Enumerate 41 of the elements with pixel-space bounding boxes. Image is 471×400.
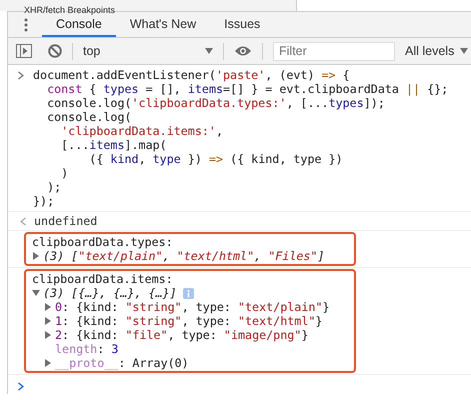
clear-icon[interactable] — [48, 44, 62, 58]
code-line: ) — [60, 166, 70, 180]
array-summary: (3) ["text/plain", "text/html", "Files"] — [43, 249, 325, 263]
more-options-icon[interactable] — [24, 18, 28, 32]
object-property: 0: {kind: "string", type: "text/plain"} — [55, 300, 330, 314]
expand-arrow-icon[interactable] — [44, 359, 52, 367]
code-line: ({ kind, type }) => ({ kind, type }) — [88, 152, 344, 166]
expand-arrow-icon[interactable] — [32, 252, 40, 260]
code-line: 'clipboardData.items:', — [60, 124, 224, 138]
object-property: 2: {kind: "file", type: "image/png"} — [55, 328, 308, 342]
code-line: ); — [46, 180, 62, 194]
code-line: const { types = [], items=[] } = evt.clipboardData || {}; — [46, 82, 448, 96]
context-dropdown[interactable]: top — [75, 41, 221, 61]
code-line: console.log( — [46, 110, 133, 124]
object-property: 1: {kind: "string", type: "text/html"} — [55, 314, 322, 328]
code-line: }); — [33, 194, 56, 208]
prompt-chevron-icon — [18, 71, 25, 80]
log-label: clipboardData.items: — [32, 272, 174, 286]
expand-arrow-icon[interactable] — [44, 303, 52, 311]
prompt-chevron-icon[interactable] — [18, 382, 25, 391]
sidebar-toggle-icon[interactable] — [16, 44, 32, 58]
expand-arrow-icon[interactable] — [44, 317, 52, 325]
code-line: document.addEventListener('paste', (evt) => { — [33, 68, 351, 82]
caret-icon — [205, 48, 213, 54]
levels-dropdown[interactable]: All levels — [403, 41, 470, 61]
result-arrow-icon — [18, 217, 26, 226]
caret-icon — [460, 48, 468, 54]
code-line: console.log('clipboardData.types:', [...types]); — [46, 96, 386, 110]
result-value: undefined — [34, 214, 98, 228]
object-property: length: 3 — [55, 342, 118, 356]
expand-arrow-icon[interactable] — [32, 289, 40, 297]
log-label: clipboardData.types: — [32, 235, 174, 249]
panel-heading: XHR/fetch Breakpoints — [24, 5, 116, 15]
filter-field[interactable]: Filter — [273, 42, 395, 60]
eye-icon[interactable] — [234, 45, 252, 57]
tab[interactable]: Issues — [210, 12, 274, 37]
code-line: [...items].map( — [60, 138, 168, 152]
tab[interactable]: What's New — [116, 12, 210, 37]
expand-arrow-icon[interactable] — [44, 331, 52, 339]
object-property: __proto__: Array(0) — [55, 356, 189, 370]
array-summary: (3) [{…}, {…}, {…}] — [43, 286, 177, 300]
